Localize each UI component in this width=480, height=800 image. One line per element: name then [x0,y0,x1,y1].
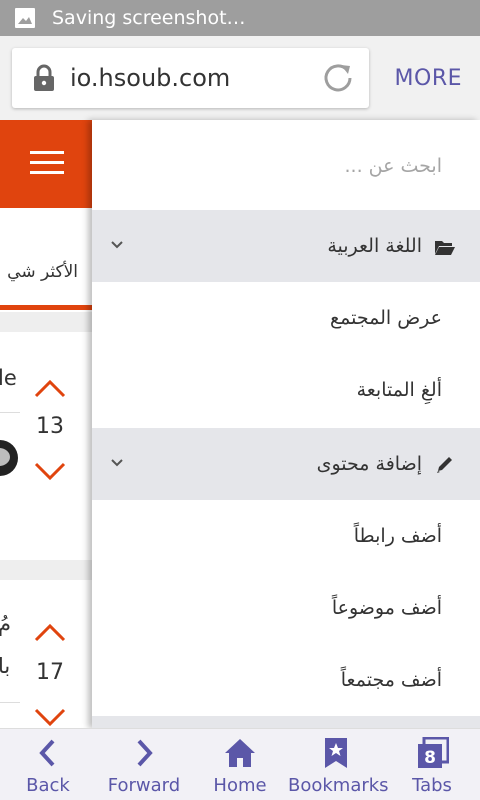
menu-item-unfollow[interactable]: ألغِ المتابعة [92,354,480,426]
navigation-drawer: اللغة العربية عرض المجتمع ألغِ المتابعة … [92,120,480,728]
screen: Saving screenshot… io.hsoub.com MORE الأ… [0,0,480,800]
chevron-down-icon [111,459,123,467]
more-button[interactable]: MORE [395,66,462,91]
forward-arrow-icon [137,739,153,767]
section-header-arabic[interactable]: اللغة العربية [92,210,480,282]
separator [0,312,92,332]
browser-toolbar: io.hsoub.com MORE [0,36,480,120]
back-arrow-icon [39,739,55,767]
menu-item-add-community[interactable]: أضف مجتمعاً [92,644,480,716]
nav-label: Bookmarks [288,775,389,796]
nav-tabs-button[interactable]: 8 Tabs [384,729,480,800]
divider [0,702,20,703]
avatar[interactable] [0,440,18,476]
nav-back-button[interactable]: Back [0,729,96,800]
menu-item-label: أضف رابطاً [353,525,442,547]
separator [0,560,92,580]
home-icon [225,739,255,767]
upvote-icon[interactable] [33,378,67,400]
url-bar[interactable]: io.hsoub.com [12,48,369,108]
url-text[interactable]: io.hsoub.com [70,64,321,92]
upvote-icon[interactable] [33,622,67,644]
vote-count: 13 [36,414,64,439]
nav-label: Home [213,775,267,796]
post-title-fragment[interactable]: مُ [0,612,11,636]
tabs-icon: 8 [418,737,449,768]
menu-item-label: أضف مجتمعاً [340,669,442,691]
nav-label: Forward [107,775,181,796]
downvote-icon[interactable] [33,460,67,482]
section-title: اللغة العربية [327,235,422,257]
section-header-partial [92,716,480,728]
tab-underline [0,305,92,310]
nav-label: Tabs [412,775,452,796]
reload-icon[interactable] [321,61,355,95]
pencil-icon [437,457,452,473]
status-text: Saving screenshot… [52,7,246,29]
menu-item-add-link[interactable]: أضف رابطاً [92,500,480,572]
status-bar: Saving screenshot… [0,0,480,36]
section-header-add-content[interactable]: إضافة محتوى [92,428,480,500]
folder-open-icon [435,241,455,255]
drawer-search [92,120,480,210]
nav-label: Back [26,775,70,796]
section-title: إضافة محتوى [316,453,422,475]
tab-most-popular[interactable]: الأكثر شي [7,262,78,282]
nav-forward-button[interactable]: Forward [96,729,192,800]
nav-bookmarks-button[interactable]: Bookmarks [288,729,389,800]
search-input[interactable] [182,148,442,184]
tabs-count: 8 [424,748,436,768]
post-title-fragment[interactable]: با [0,654,10,678]
menu-item-label: عرض المجتمع [330,307,442,329]
vote-count: 17 [36,660,64,685]
menu-item-view-community[interactable]: عرض المجتمع [92,282,480,354]
page-content: الأكثر شي le 13 مُ با 17 [0,120,92,728]
menu-item-label: أضف موضوعاً [331,597,442,619]
menu-item-add-topic[interactable]: أضف موضوعاً [92,572,480,644]
post-title-fragment[interactable]: le [0,366,17,390]
chevron-down-icon [111,241,123,249]
bookmark-icon [325,738,347,768]
hamburger-menu-icon[interactable] [30,150,64,176]
bottom-navigation: Back Forward Home Bookmarks 8 Tabs [0,728,480,800]
menu-item-label: ألغِ المتابعة [356,379,442,401]
image-icon [15,8,35,28]
site-header [0,120,92,208]
lock-icon [34,64,54,91]
downvote-icon[interactable] [33,706,67,728]
nav-home-button[interactable]: Home [192,729,288,800]
divider [0,412,20,413]
